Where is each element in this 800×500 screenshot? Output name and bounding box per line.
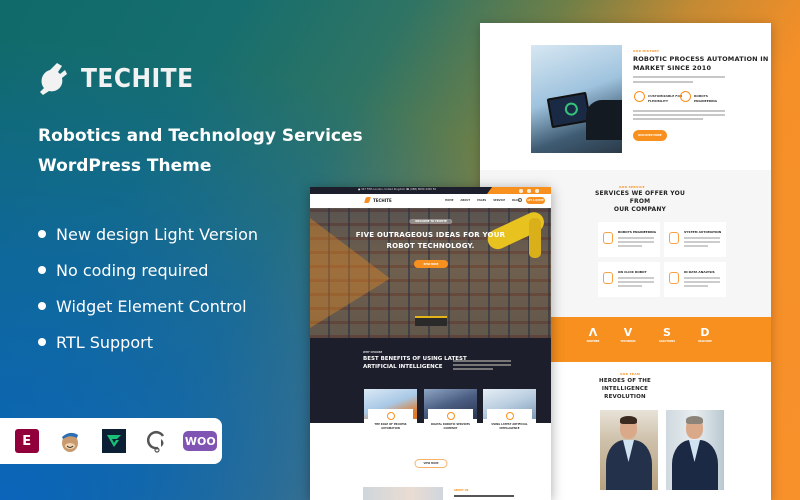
- tablet-graphic: [546, 91, 592, 129]
- partner-logo: Λ PARTNER: [586, 326, 600, 343]
- click-icon: [603, 272, 613, 284]
- instagram-icon[interactable]: [535, 188, 539, 193]
- about-section: OUR HISTORY ROBOTIC PROCESS AUTOMATION I…: [480, 23, 771, 170]
- service-card[interactable]: IN DATA ANALYSIS: [664, 262, 726, 297]
- partner-logo: S SOLUTIONS: [658, 326, 676, 343]
- main-navbar: TECHITE HOME ABOUT PAGES SERVICE BLOG CO…: [310, 194, 551, 208]
- text-line: [633, 81, 693, 83]
- discover-more-button[interactable]: DISCOVER MORE: [633, 130, 667, 141]
- team-member-photo[interactable]: [666, 410, 724, 490]
- plug-icon: [364, 197, 371, 203]
- automation-icon: [387, 412, 395, 420]
- hero-title: FIVE OUTRAGEOUS IDEAS FOR YOUR ROBOT TEC…: [355, 231, 506, 250]
- about-feature-label: CUSTOMIZABLE FOR FLEXIBILITY: [648, 94, 683, 103]
- product-subtitle: Robotics and Technology Services WordPre…: [38, 121, 363, 181]
- ai-icon: [506, 412, 514, 420]
- benefits-title: BEST BENEFITS OF USING LATEST ARTIFICIAL…: [363, 356, 467, 370]
- next-section-title: [454, 495, 514, 497]
- bullet-icon: [38, 266, 46, 274]
- visual-composer-icon: [92, 426, 135, 456]
- nav-item-home[interactable]: HOME: [445, 199, 453, 202]
- bullet-icon: [38, 338, 46, 346]
- plugin-logos-bar: E WOO: [0, 418, 222, 464]
- partner-logo: D DIGICORE: [698, 326, 712, 343]
- view-more-button[interactable]: VIEW MORE: [414, 459, 448, 468]
- text-line: [633, 114, 725, 116]
- about-feature-label: ROBOTS ENGINEERING: [694, 94, 718, 103]
- feature-item: No coding required: [38, 252, 258, 288]
- benefits-eyebrow: WHY CHOOSE: [363, 351, 383, 354]
- about-image: [363, 487, 443, 500]
- feature-item: Widget Element Control: [38, 288, 258, 324]
- hero-banner: WELCOME TO TECHITE FIVE OUTRAGEOUS IDEAS…: [310, 208, 551, 338]
- benefit-card[interactable]: THE ROLE OF PROCESS AUTOMATION: [364, 389, 417, 467]
- robot-tablet-image: [531, 45, 622, 153]
- robot-icon: [680, 91, 691, 102]
- facebook-icon[interactable]: [519, 188, 523, 193]
- automation-icon: [669, 232, 679, 244]
- get-quote-button[interactable]: GET A QUOTE: [526, 197, 545, 204]
- partner-logo: V TECHNOVA: [620, 326, 636, 343]
- hero-read-more-button[interactable]: READ MORE: [414, 260, 448, 268]
- gear-icon: [634, 91, 645, 102]
- plug-icon: [40, 63, 67, 95]
- preview-screenshot-front: ● 347 Fifth London, United Kingdom ☎ (08…: [310, 187, 551, 500]
- service-card[interactable]: ON CLICK ROBOT: [598, 262, 660, 297]
- top-info-bar: ● 347 Fifth London, United Kingdom ☎ (08…: [310, 187, 551, 194]
- next-section-eyebrow: ABOUT US: [454, 489, 469, 492]
- agv-robot-graphic: [415, 316, 447, 326]
- woocommerce-icon: WOO: [179, 426, 222, 456]
- twitter-icon[interactable]: [527, 188, 531, 193]
- nav-logo[interactable]: TECHITE: [364, 197, 392, 203]
- arm-graphic: [586, 100, 622, 140]
- nav-item-about[interactable]: ABOUT: [460, 199, 470, 202]
- robot-icon: [603, 232, 613, 244]
- bullet-icon: [38, 230, 46, 238]
- brand-name: TECHITE: [81, 64, 194, 94]
- service-card[interactable]: SYSTEM AUTOMATION: [664, 222, 726, 257]
- bullet-icon: [38, 302, 46, 310]
- search-icon[interactable]: [518, 198, 522, 202]
- revolution-slider-icon: [135, 426, 178, 456]
- team-eyebrow: OUR TEAM: [620, 372, 641, 376]
- contact-info: ● 347 Fifth London, United Kingdom ☎ (08…: [358, 188, 437, 191]
- about-eyebrow: OUR HISTORY: [633, 49, 660, 53]
- mailchimp-icon: [48, 426, 91, 456]
- data-icon: [669, 272, 679, 284]
- benefit-card[interactable]: USING LATEST ARTIFICIAL INTELLIGENCE: [483, 389, 536, 467]
- services-eyebrow: OUR SERVICE: [619, 185, 645, 189]
- nav-item-service[interactable]: SERVICE: [493, 199, 505, 202]
- nav-item-pages[interactable]: PAGES: [477, 199, 486, 202]
- benefit-card[interactable]: DIGITAL ROBOTIC SERVICES COMPANY: [424, 389, 477, 467]
- subtitle-line: Robotics and Technology Services: [38, 126, 363, 146]
- about-title: ROBOTIC PROCESS AUTOMATION IN MARKET SIN…: [633, 55, 769, 72]
- text-line: [633, 118, 703, 120]
- feature-item: New design Light Version: [38, 216, 258, 252]
- service-card[interactable]: ROBOTS ENGINEERING: [598, 222, 660, 257]
- text-line: [633, 110, 725, 112]
- services-title: SERVICES WE OFFER YOU FROM OUR COMPANY: [594, 190, 686, 213]
- feature-list: New design Light Version No coding requi…: [38, 216, 258, 360]
- feature-item: RTL Support: [38, 324, 258, 360]
- robot-icon: [447, 412, 455, 420]
- elementor-icon: E: [5, 426, 48, 456]
- team-title: HEROES OF THE INTELLIGENCE REVOLUTION: [599, 378, 651, 400]
- subtitle-line: WordPress Theme: [38, 156, 212, 176]
- text-line: [633, 76, 725, 78]
- team-member-photo[interactable]: [600, 410, 658, 490]
- brand-logo: TECHITE: [37, 62, 206, 96]
- hero-tag: WELCOME TO TECHITE: [409, 219, 453, 224]
